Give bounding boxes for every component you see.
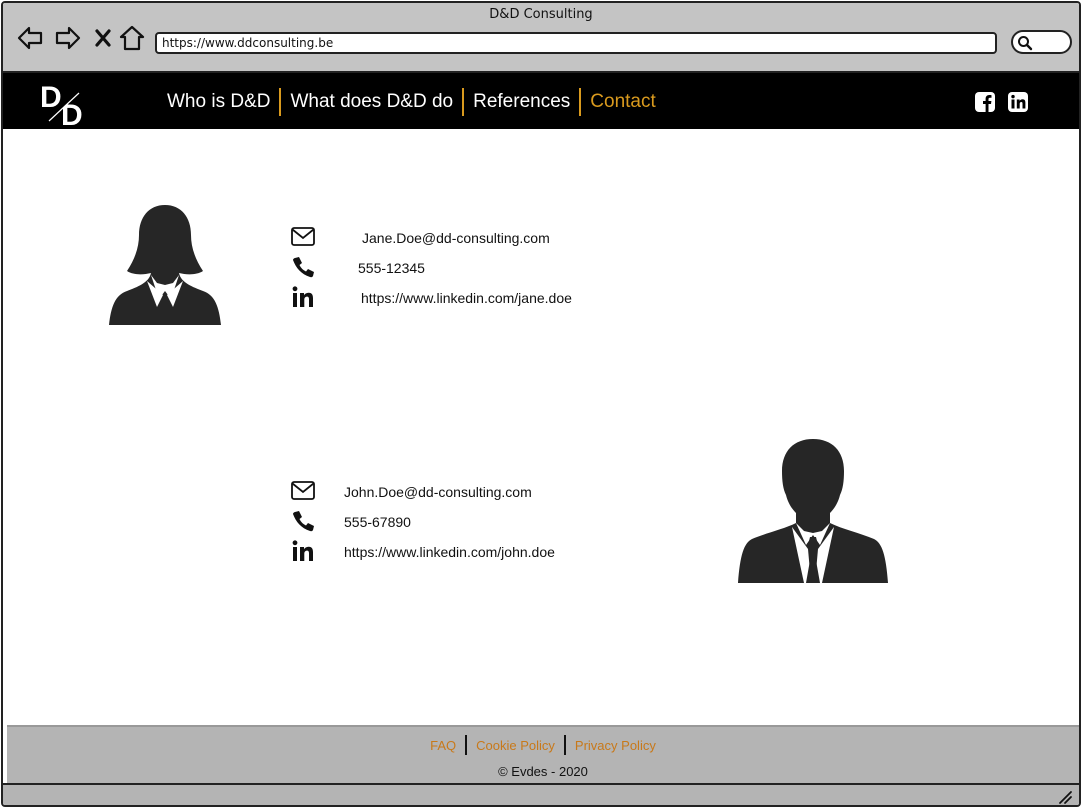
linkedin-icon[interactable] — [1007, 91, 1029, 113]
linkedin-value[interactable]: https://www.linkedin.com/jane.doe — [361, 290, 572, 306]
back-arrow-icon[interactable] — [15, 23, 45, 53]
phone-icon — [293, 257, 314, 278]
forward-arrow-icon[interactable] — [53, 23, 83, 53]
site-navbar: D D Who is D&D What does D&D do Referenc… — [3, 73, 1079, 129]
nav-references[interactable]: References — [464, 88, 579, 116]
footer-link-cookie-policy[interactable]: Cookie Policy — [467, 738, 564, 753]
linkedin-value[interactable]: https://www.linkedin.com/john.doe — [344, 544, 555, 560]
browser-chrome: D&D Consulting https://www.ddconsulting.… — [3, 3, 1079, 73]
browser-window: D&D Consulting https://www.ddconsulting.… — [1, 1, 1081, 807]
address-bar[interactable]: https://www.ddconsulting.be — [155, 32, 997, 54]
email-icon — [291, 227, 315, 246]
search-icon — [1018, 36, 1033, 51]
nav-who-is-dd[interactable]: Who is D&D — [158, 88, 279, 116]
copyright-text: © Evdes - 2020 — [498, 764, 588, 779]
nav-contact[interactable]: Contact — [581, 88, 664, 116]
status-bar — [3, 783, 1079, 805]
email-value[interactable]: Jane.Doe@dd-consulting.com — [362, 230, 550, 246]
main-menu: Who is D&D What does D&D do References C… — [158, 87, 665, 117]
linkedin-icon — [292, 540, 313, 561]
resize-grip-icon[interactable] — [1057, 789, 1073, 805]
footer-link-privacy-policy[interactable]: Privacy Policy — [566, 738, 665, 753]
contact-page-content: Jane.Doe@dd-consulting.com 555-12345 htt… — [3, 129, 1079, 725]
search-field[interactable] — [1011, 30, 1072, 54]
nav-what-does-dd-do[interactable]: What does D&D do — [281, 88, 462, 116]
phone-icon — [293, 511, 314, 532]
email-value[interactable]: John.Doe@dd-consulting.com — [344, 484, 532, 500]
window-title: D&D Consulting — [489, 7, 593, 22]
site-footer: FAQ Cookie Policy Privacy Policy © Evdes… — [7, 725, 1079, 783]
footer-link-faq[interactable]: FAQ — [421, 738, 465, 753]
phone-value[interactable]: 555-12345 — [358, 260, 425, 276]
phone-value[interactable]: 555-67890 — [344, 514, 411, 530]
female-avatar — [109, 205, 221, 325]
close-x-icon[interactable] — [88, 23, 118, 53]
footer-links: FAQ Cookie Policy Privacy Policy — [7, 735, 1079, 755]
linkedin-icon — [292, 286, 313, 307]
facebook-icon[interactable] — [974, 91, 996, 113]
email-icon — [291, 481, 315, 500]
logo[interactable]: D D — [39, 79, 91, 127]
male-avatar — [738, 439, 888, 583]
home-icon[interactable] — [117, 23, 147, 53]
